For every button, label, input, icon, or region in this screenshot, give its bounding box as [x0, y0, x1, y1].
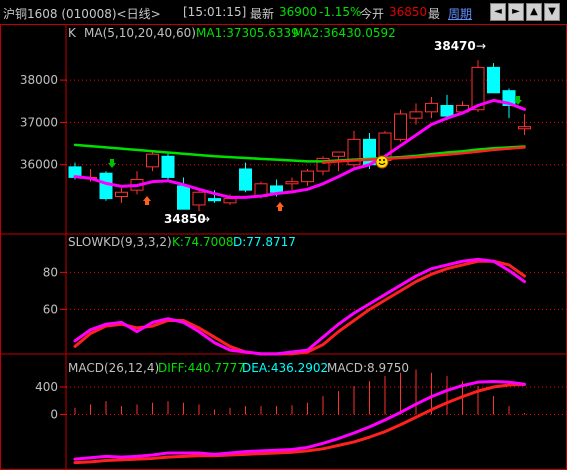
macd-y-tick-label: 0: [50, 407, 58, 421]
candle-body: [518, 126, 531, 130]
candle-body: [192, 191, 206, 206]
macd-readout: MACD:8.9750: [327, 361, 409, 375]
macd-histogram: [74, 369, 525, 415]
candle-body: [223, 198, 237, 204]
moving-average-lines: [73, 98, 526, 199]
open-price-label: 今开: [360, 7, 385, 21]
high-annotation: 38470: [434, 39, 476, 53]
change-percent: -1.15%: [319, 5, 362, 19]
smiley-icon: [375, 155, 389, 169]
candle-body: [487, 66, 500, 94]
time-readout: [15:01:15]: [183, 5, 247, 19]
open-price-value: 36850: [389, 5, 428, 19]
ma2-readout: MA2:36430.0592: [293, 26, 396, 40]
d-readout: D:77.8717: [233, 235, 296, 249]
candle-body: [425, 102, 438, 113]
kd-legend: SLOWKD(9,3,3,2): [68, 235, 172, 249]
candle-body: [301, 170, 314, 183]
top-info-bar: 沪铜1608 (010008)<日线> [15:01:15] 最新 36900 …: [0, 0, 567, 25]
instrument-title: 沪铜1608 (010008)<日线>: [3, 7, 161, 21]
price-legend-k: K: [68, 26, 77, 40]
candle-body: [161, 155, 175, 178]
k-line: [73, 257, 526, 356]
candle-body: [239, 168, 252, 191]
price-y-tick-label: 38000: [20, 73, 58, 87]
price-y-tick-label: 36000: [20, 158, 58, 172]
buy-arrow-icon-2: [276, 202, 284, 211]
candle-body: [440, 104, 454, 117]
ma1-line: [73, 98, 526, 199]
zoom-out-button[interactable]: ▼: [544, 3, 560, 21]
smiley-eye-right: [383, 159, 385, 161]
candle-body: [332, 151, 345, 157]
dea-line: [73, 383, 526, 465]
candle-body: [115, 191, 128, 197]
macd-y-tick-label: 400: [35, 380, 58, 394]
candle-body: [270, 185, 283, 193]
prev-button[interactable]: ◄: [490, 3, 506, 21]
macd-lines: [73, 379, 526, 465]
price-y-tick-label: 37000: [20, 115, 58, 129]
k-readout: K:74.7008: [172, 235, 234, 249]
d-line: [73, 259, 526, 356]
candle-body: [146, 153, 159, 168]
last-price-label: 最新: [250, 7, 275, 21]
kd-y-tick-label: 60: [43, 302, 58, 316]
candlestick-series: [68, 60, 531, 212]
next-button[interactable]: ►: [508, 3, 524, 21]
candle-body: [285, 181, 299, 185]
period-link[interactable]: 周期: [448, 5, 472, 22]
candle-body: [409, 111, 423, 119]
y-tick-labels: 38000 37000 36000 80 60 400 0: [20, 73, 58, 421]
smiley-eye-left: [379, 159, 381, 161]
chart-canvas[interactable]: 38000 37000 36000 80 60 400 0 K MA(5,10,20,40,…: [0, 24, 567, 470]
kd-lines: [73, 257, 526, 356]
buy-arrow-icon: [143, 196, 151, 205]
low-annotation-arrow: →: [200, 212, 210, 226]
candle-body: [177, 185, 190, 210]
dea-readout: DEA:436.2902: [242, 361, 328, 375]
zoom-in-button[interactable]: ▲: [526, 3, 542, 21]
diff-line: [73, 379, 526, 461]
last-price-value: 36900: [279, 5, 318, 19]
candle-body: [208, 198, 221, 202]
price-legend-ma: MA(5,10,20,40,60): [84, 26, 196, 40]
ma1-readout: MA1:37305.6339: [196, 26, 299, 40]
diff-readout: DIFF:440.7777: [158, 361, 245, 375]
candle-body: [99, 172, 113, 200]
sell-arrow-icon: [108, 159, 116, 168]
kd-y-tick-label: 80: [43, 265, 58, 279]
high-annotation-arrow: →: [476, 39, 486, 53]
candle-body: [394, 113, 407, 140]
high-price-label: 最: [428, 7, 441, 21]
macd-legend: MACD(26,12,4): [68, 361, 159, 375]
